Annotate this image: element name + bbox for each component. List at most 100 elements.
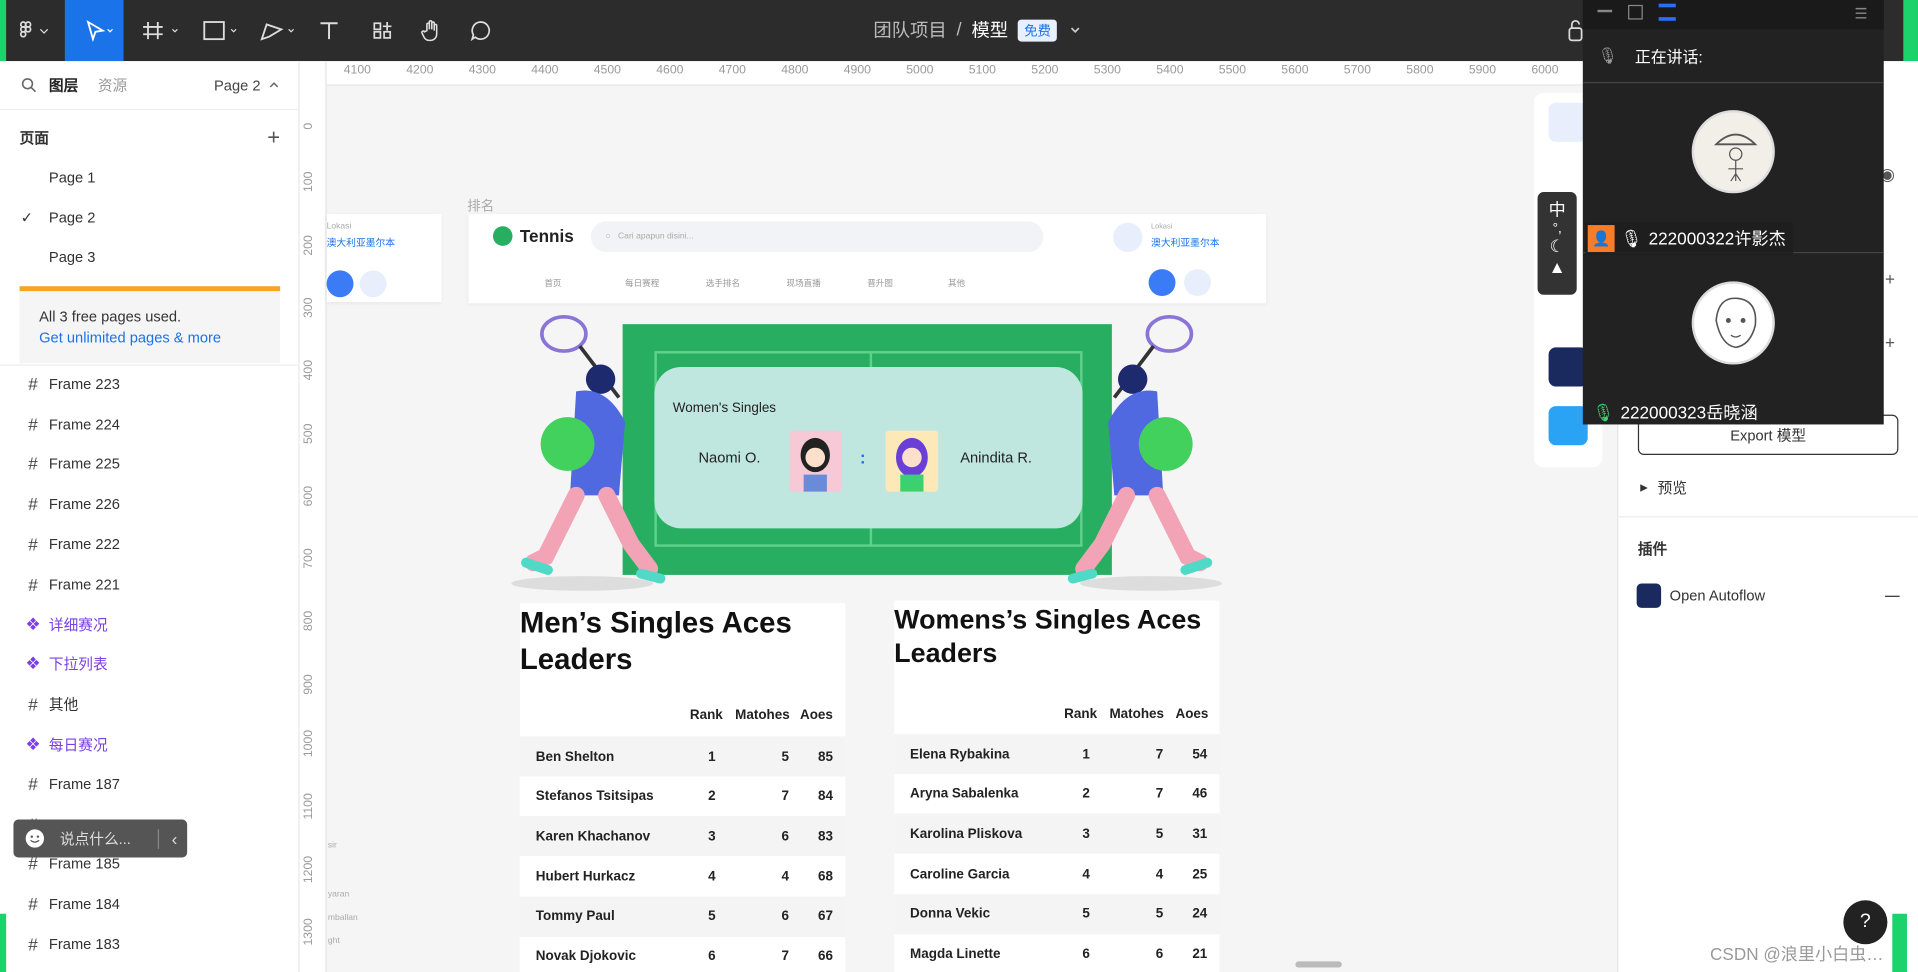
- hand-icon: [421, 20, 438, 42]
- canvas-scrollbar[interactable]: [1295, 961, 1342, 968]
- site-search-input[interactable]: ○ Cari apapun disini...: [590, 221, 1044, 252]
- resources-tool-button[interactable]: [362, 0, 404, 61]
- breadcrumb-file[interactable]: 模型: [971, 17, 1008, 43]
- layer-item[interactable]: # 其他: [0, 684, 300, 723]
- page-selector[interactable]: Page 2: [214, 76, 261, 93]
- menu-icon[interactable]: ☰: [1854, 5, 1867, 22]
- component-icon: ❖: [25, 733, 41, 754]
- table-row[interactable]: Hubert Hurkacz 4 4 68: [519, 856, 846, 897]
- layer-item[interactable]: # Frame 225: [0, 444, 300, 483]
- nav-item[interactable]: 现场直播: [787, 278, 821, 290]
- participant-tile-2[interactable]: 🎙 222000323岳晓涵: [1583, 254, 1884, 424]
- text-tool-button[interactable]: [308, 0, 350, 61]
- table-row[interactable]: Caroline Garcia 4 4 25: [894, 853, 1220, 895]
- main-menu-button[interactable]: [10, 0, 59, 61]
- layer-item[interactable]: # Frame 226: [0, 485, 300, 524]
- nav-item[interactable]: 选手排名: [706, 278, 740, 290]
- table-row[interactable]: Tommy Paul 5 6 67: [519, 896, 846, 937]
- ruler-tick-label: 1200: [302, 855, 316, 883]
- add-icon[interactable]: +: [1885, 269, 1895, 289]
- frame-tool-button[interactable]: [135, 0, 184, 61]
- search-icon[interactable]: [21, 77, 37, 93]
- location-value[interactable]: 澳大利亚墨尔本: [1151, 236, 1219, 249]
- ime-skin-icon[interactable]: ▲: [1538, 257, 1577, 277]
- user-icon[interactable]: [1184, 269, 1211, 297]
- nav-item[interactable]: 每日赛程: [625, 278, 659, 290]
- collapse-chevron-icon[interactable]: ‹: [172, 829, 178, 849]
- user-icon: 👤: [1587, 225, 1615, 252]
- tab-assets[interactable]: 资源: [98, 75, 127, 96]
- chevron-down-icon[interactable]: [1067, 21, 1084, 38]
- table-row[interactable]: Novak Djokovic 6 7 66: [519, 936, 846, 972]
- ruler-tick-label: 1300: [302, 918, 316, 946]
- layer-item[interactable]: # Frame 187: [0, 765, 300, 804]
- page-item-1[interactable]: Page 1: [0, 158, 300, 197]
- ruler-tick-label: 5400: [1156, 63, 1184, 78]
- cell-rank: 2: [1082, 786, 1090, 802]
- table-row[interactable]: Aryna Sabalenka 2 7 46: [894, 773, 1220, 815]
- table-row[interactable]: Donna Vekic 5 5 24: [894, 893, 1220, 935]
- frame-icon: #: [28, 534, 38, 554]
- upgrade-link[interactable]: Get unlimited pages & more: [39, 329, 280, 346]
- side-user-icon[interactable]: [359, 270, 387, 298]
- brand-name[interactable]: Tennis: [520, 226, 574, 246]
- preview-toggle[interactable]: ▶ 预览: [1640, 477, 1687, 498]
- rectangle-tool-button[interactable]: [193, 0, 242, 61]
- move-tool-button[interactable]: [64, 0, 124, 62]
- nav-item[interactable]: 首页: [544, 278, 561, 290]
- pen-tool-button[interactable]: [251, 0, 300, 61]
- side-fragment: mballan: [327, 913, 358, 923]
- layer-item[interactable]: ❖ 下拉列表: [0, 644, 300, 683]
- breadcrumb-team[interactable]: 团队项目: [873, 17, 946, 43]
- layer-item[interactable]: # Frame 221: [0, 565, 300, 604]
- match-card[interactable]: Women's Singles Naomi O. : Anindita R.: [654, 366, 1083, 529]
- nav-item[interactable]: 晋升图: [867, 278, 893, 290]
- table-row[interactable]: Ben Shelton 1 5 85: [519, 736, 846, 777]
- plugin-item[interactable]: Open Autoflow: [1636, 583, 1900, 608]
- nav-item[interactable]: 其他: [948, 278, 965, 290]
- ime-moon-icon[interactable]: ☾: [1538, 236, 1577, 257]
- layer-item[interactable]: ❖ 详细赛况: [0, 604, 300, 643]
- cart-icon[interactable]: [1148, 269, 1176, 297]
- table-row[interactable]: Magda Linette 6 6 21: [894, 933, 1220, 972]
- add-page-icon[interactable]: +: [267, 124, 280, 150]
- layer-item[interactable]: # Frame 223: [0, 365, 300, 404]
- ruler-tick-label: 800: [302, 611, 316, 632]
- chevron-up-icon[interactable]: [268, 79, 280, 91]
- layer-item[interactable]: # Frame 184: [0, 884, 300, 923]
- table-row[interactable]: Stefanos Tsitsipas 2 7 84: [519, 776, 846, 817]
- plugins-header: 插件: [1637, 540, 1668, 558]
- page-item-3[interactable]: Page 3: [0, 237, 300, 276]
- emoji-icon[interactable]: [24, 828, 45, 849]
- layer-label: Frame 226: [48, 495, 120, 513]
- window-icon[interactable]: [1628, 4, 1643, 20]
- participant-tile-1[interactable]: 👤 🎙 222000322许影杰: [1582, 84, 1884, 255]
- table-row[interactable]: Elena Rybakina 1 7 54: [894, 733, 1220, 775]
- help-button[interactable]: ?: [1843, 900, 1888, 945]
- col-aces: Aoes: [1175, 707, 1209, 722]
- layer-item[interactable]: # Frame 222: [0, 525, 300, 564]
- layer-label: 详细赛况: [48, 616, 108, 634]
- frame-label[interactable]: 排名: [467, 196, 494, 216]
- layer-item[interactable]: # Frame 224: [0, 404, 300, 443]
- page-item-2[interactable]: ✓ Page 2: [0, 198, 300, 237]
- ime-punct-icon[interactable]: °,: [1538, 221, 1577, 236]
- plan-badge[interactable]: 免费: [1017, 18, 1058, 41]
- remove-plugin-icon[interactable]: [1884, 595, 1900, 597]
- table-row[interactable]: Karen Khachanov 3 6 83: [519, 816, 846, 857]
- minimize-icon[interactable]: [1597, 9, 1613, 13]
- comment-tool-button[interactable]: [460, 0, 502, 61]
- layout-icon[interactable]: [1658, 3, 1676, 21]
- lock-icon[interactable]: [1568, 17, 1583, 44]
- layer-item[interactable]: ❖ 每日赛况: [0, 724, 300, 763]
- ime-mode[interactable]: 中: [1538, 197, 1577, 221]
- tab-layers[interactable]: 图层: [49, 75, 78, 96]
- add-icon[interactable]: +: [1885, 333, 1895, 353]
- side-cart-icon[interactable]: [326, 270, 354, 298]
- chat-bubble-input[interactable]: 说点什么... ‹: [13, 819, 188, 858]
- table-row[interactable]: Karolina Pliskova 3 5 31: [894, 813, 1220, 855]
- side-frame-partial[interactable]: Lokasi 澳大利亚墨尔本: [326, 214, 442, 303]
- hand-tool-button[interactable]: [411, 0, 453, 61]
- layer-item[interactable]: # Frame 183: [0, 924, 300, 963]
- cell-matches: 7: [1155, 786, 1164, 802]
